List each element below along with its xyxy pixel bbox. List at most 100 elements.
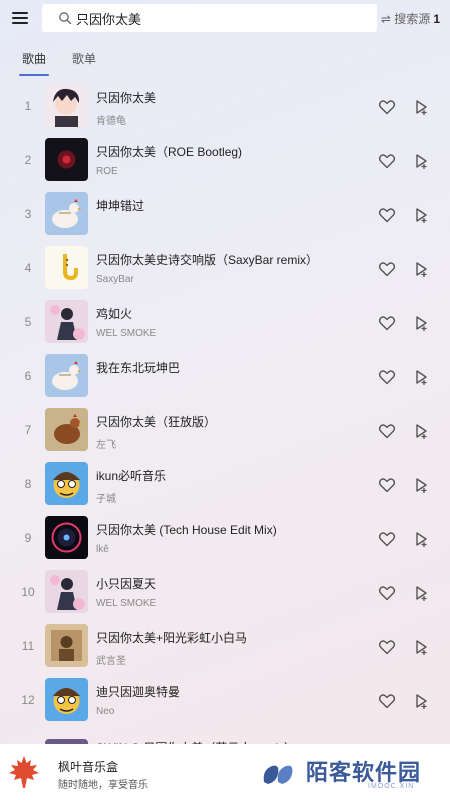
next-play-icon[interactable] [413, 206, 431, 224]
song-title: 小只因夏天 [96, 577, 157, 591]
song-index: 12 [21, 693, 35, 707]
song-artist: WEL SMOKE [96, 598, 157, 609]
song-index: 11 [21, 639, 35, 653]
heart-icon[interactable] [378, 314, 396, 332]
song-artist: Neo [96, 706, 115, 717]
next-play-icon[interactable] [413, 152, 431, 170]
menu-icon[interactable] [10, 8, 32, 28]
song-title: 只因你太美+阳光彩虹小白马 [96, 631, 248, 645]
next-play-icon[interactable] [413, 692, 431, 710]
song-cover [45, 84, 88, 127]
song-artist: 子城 [96, 494, 116, 505]
search-icon [59, 12, 72, 25]
song-cover [45, 570, 88, 613]
song-cover [45, 300, 88, 343]
song-title: 鸡如火 [96, 307, 133, 321]
song-index: 8 [24, 477, 32, 491]
tab-bar: 歌曲 歌单 [0, 50, 450, 78]
song-row[interactable]: 6 我在东北玩坤巴 [0, 349, 450, 403]
song-cover [45, 408, 88, 451]
search-box[interactable] [42, 4, 377, 32]
tab-playlists[interactable]: 歌单 [72, 50, 96, 67]
song-artist: SaxyBar [96, 274, 134, 285]
song-title: ikun必听音乐 [96, 469, 167, 483]
search-source-button[interactable]: ⇌ 搜索源 1 [381, 10, 440, 27]
heart-icon[interactable] [378, 638, 396, 656]
song-index: 9 [24, 531, 32, 545]
song-index: 5 [24, 315, 32, 329]
song-index: 4 [24, 261, 32, 275]
song-row[interactable]: 8 ikun必听音乐 子城 [0, 457, 450, 511]
song-title: 我在东北玩坤巴 [96, 361, 181, 375]
app-name: 枫叶音乐盒 [58, 760, 119, 774]
song-title: 坤坤错过 [96, 199, 145, 213]
song-cover [45, 678, 88, 721]
heart-icon[interactable] [378, 98, 396, 116]
next-play-icon[interactable] [413, 260, 431, 278]
top-bar: ⇌ 搜索源 1 [0, 0, 450, 36]
app-slogan: 随时随地，享受音乐 [58, 780, 148, 791]
heart-icon[interactable] [378, 152, 396, 170]
next-play-icon[interactable] [413, 314, 431, 332]
song-index: 7 [24, 423, 32, 437]
song-artist: WEL SMOKE [96, 328, 157, 339]
next-play-icon[interactable] [413, 368, 431, 386]
song-index: 10 [21, 585, 35, 599]
song-row[interactable]: 1 只因你太美肯德龟 [0, 79, 450, 133]
heart-icon[interactable] [378, 260, 396, 278]
song-cover [45, 192, 88, 235]
search-input[interactable] [76, 10, 356, 26]
song-cover [45, 354, 88, 397]
song-cover [45, 516, 88, 559]
song-title: 只因你太美（ROE Bootleg) [96, 145, 243, 159]
maple-leaf-icon [9, 756, 39, 788]
heart-icon[interactable] [378, 422, 396, 440]
song-artist: 左飞 [96, 440, 116, 451]
song-cover [45, 138, 88, 181]
heart-icon[interactable] [378, 368, 396, 386]
song-title: 迪只因迦奥特曼 [96, 685, 181, 699]
song-row[interactable]: 3 坤坤错过 [0, 187, 450, 241]
song-title: 只因你太美史诗交响版（SaxyBar remix） [96, 253, 319, 267]
song-row[interactable]: 9 只因你太美 (Tech House Edit Mix) lkê [0, 511, 450, 565]
next-play-icon[interactable] [413, 98, 431, 116]
song-row[interactable]: 5 鸡如火 WEL SMOKE [0, 295, 450, 349]
next-play-icon[interactable] [413, 584, 431, 602]
song-artist: 武言圣 [96, 656, 126, 667]
tab-songs[interactable]: 歌曲 [18, 50, 50, 76]
song-cover [45, 246, 88, 289]
song-index: 1 [24, 99, 32, 113]
song-title: 只因你太美 [96, 91, 157, 105]
song-cover [45, 462, 88, 505]
song-title: 只因你太美 (Tech House Edit Mix) [96, 523, 277, 537]
heart-icon[interactable] [378, 584, 396, 602]
song-index: 3 [24, 207, 32, 221]
song-row[interactable]: 11 只因你太美+阳光彩虹小白马 武言圣 [0, 619, 450, 673]
app-banner[interactable]: 枫叶音乐盒 随时随地，享受音乐 陌客软件园 IMOOC.XIN [0, 744, 450, 800]
song-index: 6 [24, 369, 32, 383]
song-row[interactable]: 4 只因你太美史诗交响版（SaxyBar remix） SaxyBar [0, 241, 450, 295]
watermark: 陌客软件园 IMOOC.XIN [260, 752, 432, 794]
next-play-icon[interactable] [413, 638, 431, 656]
heart-icon[interactable] [378, 206, 396, 224]
next-play-icon[interactable] [413, 530, 431, 548]
heart-icon[interactable] [378, 692, 396, 710]
song-row[interactable]: 10 小只因夏天 WEL SMOKE [0, 565, 450, 619]
next-play-icon[interactable] [413, 476, 431, 494]
song-row[interactable]: 12 迪只因迦奥特曼 Neo [0, 673, 450, 727]
song-row[interactable]: 2 只因你太美（ROE Bootleg) ROE [0, 133, 450, 187]
song-cover [45, 624, 88, 667]
next-play-icon[interactable] [413, 422, 431, 440]
song-row[interactable]: 7 只因你太美（狂放版） 左飞 [0, 403, 450, 457]
search-source-label: ⇌ 搜索源 [380, 12, 431, 26]
song-artist: ROE [96, 166, 118, 177]
song-title: 只因你太美（狂放版） [96, 415, 217, 429]
watermark-logo [263, 765, 293, 784]
song-artist: lkê [96, 544, 109, 555]
song-index: 2 [24, 153, 32, 167]
heart-icon[interactable] [378, 530, 396, 548]
watermark-subtext: IMOOC.XIN [368, 783, 415, 790]
search-source-number: 1 [433, 11, 440, 26]
song-artist: 肯德龟 [96, 116, 126, 127]
heart-icon[interactable] [378, 476, 396, 494]
